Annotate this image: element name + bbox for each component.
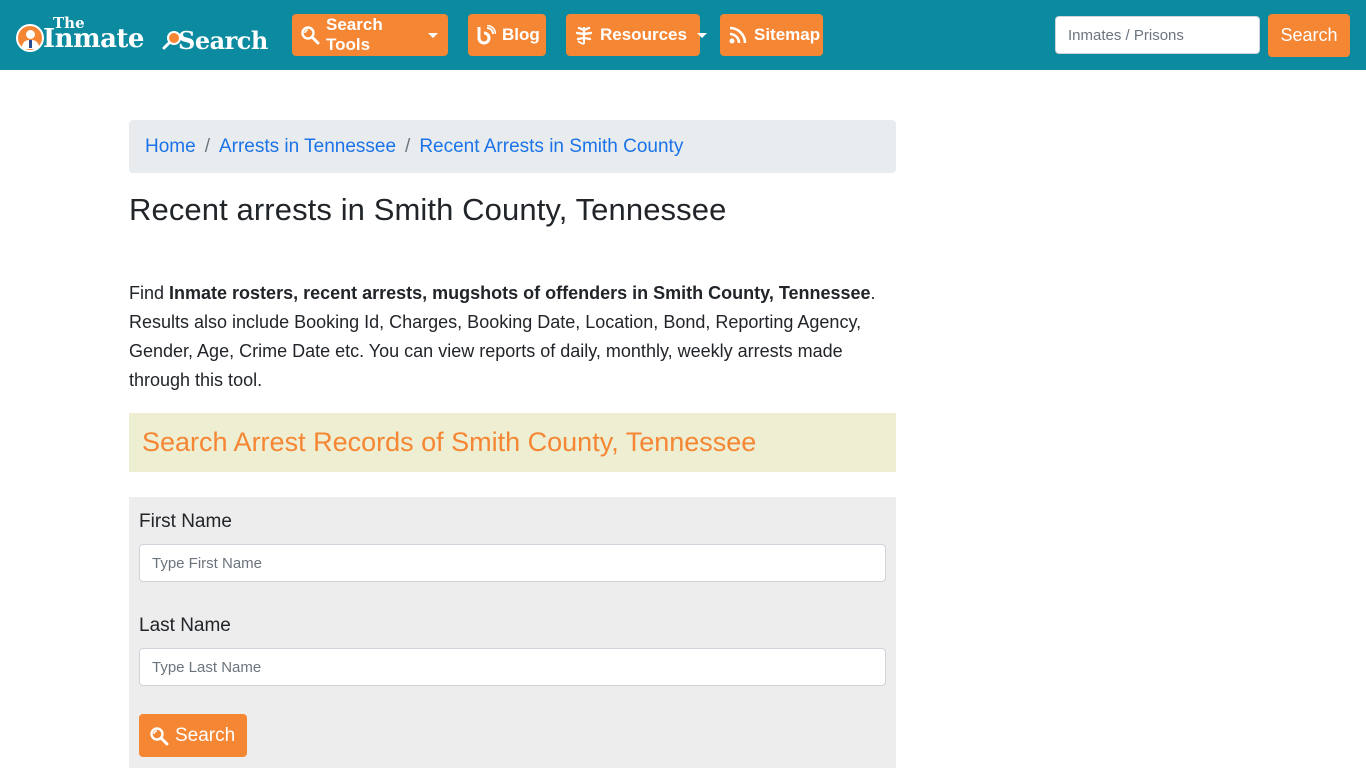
top-search-input[interactable] (1055, 16, 1260, 54)
blogger-icon (476, 25, 496, 45)
search-submit-label: Search (175, 724, 236, 746)
breadcrumb-home[interactable]: Home (145, 136, 196, 158)
rss-icon (728, 25, 748, 45)
top-navbar: The Inmate Search Search Tools Blog Reso… (0, 0, 1366, 70)
breadcrumb-separator: / (405, 135, 411, 157)
search-submit-button[interactable]: Search (139, 714, 247, 757)
last-name-input[interactable] (139, 648, 886, 686)
top-search-button[interactable]: Search (1268, 14, 1350, 57)
caret-down-icon (696, 32, 707, 38)
logo-text-search: Search (178, 26, 268, 55)
search-icon (300, 25, 320, 45)
nav-sitemap-link[interactable]: Sitemap (720, 14, 823, 56)
intro-prefix: Find (129, 283, 170, 303)
breadcrumb-arrests-in-tennessee[interactable]: Arrests in Tennessee (219, 136, 396, 158)
site-logo[interactable]: The Inmate Search (16, 14, 272, 58)
intro-paragraph: Find Inmate rosters, recent arrests, mug… (129, 279, 889, 395)
page-title: Recent arrests in Smith County, Tennesse… (129, 192, 727, 227)
nav-search-tools-dropdown[interactable]: Search Tools (292, 14, 448, 56)
search-icon (149, 726, 169, 746)
caret-down-icon (428, 32, 438, 38)
nav-search-tools-label: Search Tools (326, 15, 383, 54)
breadcrumb-separator: / (204, 135, 210, 157)
intro-bold: Inmate rosters, recent arrests, mugshots… (169, 283, 871, 303)
nav-blog-link[interactable]: Blog (468, 14, 546, 56)
leaf-icon (574, 25, 594, 45)
nav-blog-label: Blog (502, 25, 540, 44)
breadcrumb: Home / Arrests in Tennessee / Recent Arr… (129, 120, 896, 173)
search-section-heading: Search Arrest Records of Smith County, T… (142, 427, 757, 457)
inmate-avatar-icon (16, 24, 44, 52)
last-name-label: Last Name (139, 615, 231, 636)
nav-resources-label: Resources (600, 25, 687, 44)
first-name-input[interactable] (139, 544, 886, 582)
nav-resources-dropdown[interactable]: Resources (566, 14, 707, 56)
logo-text-inmate: Inmate (43, 24, 144, 54)
search-heading-banner: Search Arrest Records of Smith County, T… (129, 413, 896, 472)
breadcrumb-recent-arrests-smith-county[interactable]: Recent Arrests in Smith County (419, 136, 683, 158)
nav-sitemap-label: Sitemap (754, 25, 821, 44)
arrest-search-form: First Name Last Name Search (129, 497, 896, 768)
first-name-label: First Name (139, 511, 232, 532)
